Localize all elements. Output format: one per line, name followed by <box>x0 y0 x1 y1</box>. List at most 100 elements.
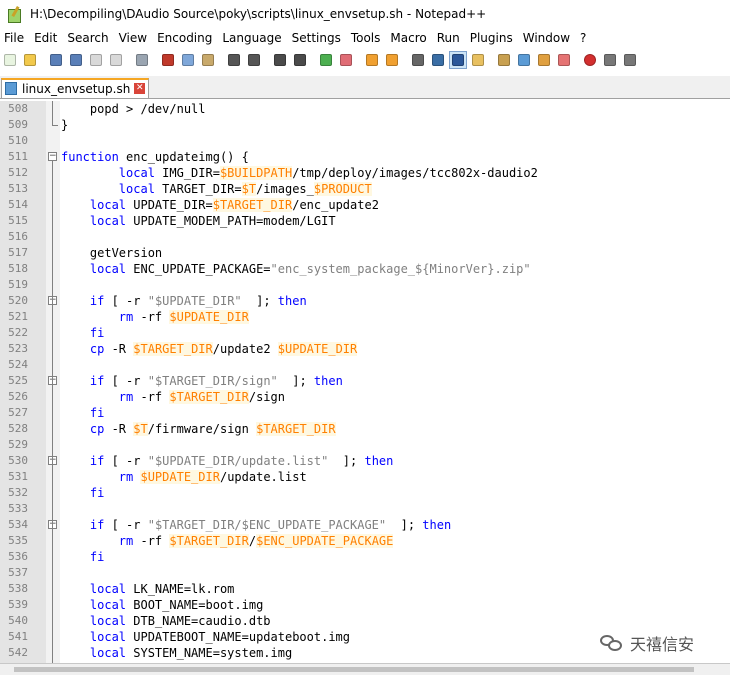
user-lang-icon[interactable] <box>470 52 486 68</box>
code-line[interactable]: 535 rm -rf $TARGET_DIR/$ENC_UPDATE_PACKA… <box>0 533 730 549</box>
line-number: 528 <box>8 422 28 435</box>
tab-label: linux_envsetup.sh <box>22 82 131 96</box>
menu-language[interactable]: Language <box>217 28 286 48</box>
code-line[interactable]: 509} <box>0 117 730 133</box>
line-number: 513 <box>8 182 28 195</box>
code-line[interactable]: 515 local UPDATE_MODEM_PATH=modem/LGIT <box>0 213 730 229</box>
line-number: 536 <box>8 550 28 563</box>
fold-toggle-icon[interactable]: − <box>48 152 57 161</box>
menu-macro[interactable]: Macro <box>385 28 431 48</box>
code-line[interactable]: 519 <box>0 277 730 293</box>
play-macro-icon[interactable] <box>622 52 638 68</box>
line-number: 540 <box>8 614 28 627</box>
code-text: local ENC_UPDATE_PACKAGE="enc_system_pac… <box>89 262 531 276</box>
code-line[interactable]: 522 fi <box>0 325 730 341</box>
cut-icon[interactable] <box>160 52 176 68</box>
record-macro-icon[interactable] <box>582 52 598 68</box>
code-line[interactable]: 529 <box>0 437 730 453</box>
code-line[interactable]: 516 <box>0 229 730 245</box>
code-text: local UPDATE_MODEM_PATH=modem/LGIT <box>89 214 336 228</box>
title-bar: H:\Decompiling\DAudio Source\poky\script… <box>0 0 730 28</box>
code-line[interactable]: 524 <box>0 357 730 373</box>
code-line[interactable]: 512 local IMG_DIR=$BUILDPATH/tmp/deploy/… <box>0 165 730 181</box>
undo-icon[interactable] <box>226 52 242 68</box>
code-text: fi <box>89 406 105 420</box>
menu-search[interactable]: Search <box>62 28 113 48</box>
open-file-icon[interactable] <box>22 52 38 68</box>
find-icon[interactable] <box>272 52 288 68</box>
indent-guide-icon[interactable] <box>449 51 467 69</box>
menu-run[interactable]: Run <box>432 28 465 48</box>
code-line[interactable]: 518 local ENC_UPDATE_PACKAGE="enc_system… <box>0 261 730 277</box>
line-number: 532 <box>8 486 28 499</box>
word-wrap-icon[interactable] <box>410 52 426 68</box>
menu-settings[interactable]: Settings <box>287 28 346 48</box>
paste-icon[interactable] <box>200 52 216 68</box>
code-line[interactable]: 534− if [ -r "$TARGET_DIR/$ENC_UPDATE_PA… <box>0 517 730 533</box>
code-line[interactable]: 513 local TARGET_DIR=$T/images_$PRODUCT <box>0 181 730 197</box>
redo-icon[interactable] <box>246 52 262 68</box>
scrollbar-thumb[interactable] <box>14 667 694 672</box>
zoom-out-icon[interactable] <box>338 52 354 68</box>
zoom-in-icon[interactable] <box>318 52 334 68</box>
code-line[interactable]: 514 local UPDATE_DIR=$TARGET_DIR/enc_upd… <box>0 197 730 213</box>
code-line[interactable]: 539 local BOOT_NAME=boot.img <box>0 597 730 613</box>
code-line[interactable]: 521 rm -rf $UPDATE_DIR <box>0 309 730 325</box>
menu-edit[interactable]: Edit <box>29 28 62 48</box>
code-line[interactable]: 525− if [ -r "$TARGET_DIR/sign" ]; then <box>0 373 730 389</box>
code-line[interactable]: 517 getVersion <box>0 245 730 261</box>
line-number: 518 <box>8 262 28 275</box>
sync-horizontal-icon[interactable] <box>384 52 400 68</box>
close-all-icon[interactable] <box>108 52 124 68</box>
show-all-chars-icon[interactable] <box>430 52 446 68</box>
code-line[interactable]: 532 fi <box>0 485 730 501</box>
horizontal-scrollbar[interactable] <box>0 663 730 675</box>
code-editor[interactable]: 508 popd > /dev/null 509} 510 511− function … <box>0 101 730 663</box>
code-text: local TARGET_DIR=$T/images_$PRODUCT <box>118 182 372 196</box>
code-line[interactable]: 536 fi <box>0 549 730 565</box>
code-line[interactable]: 527 fi <box>0 405 730 421</box>
code-line[interactable]: 528 cp -R $T/firmware/sign $TARGET_DIR <box>0 421 730 437</box>
code-text: local SYSTEM_NAME=system.img <box>89 646 293 660</box>
code-line[interactable]: 530− if [ -r "$UPDATE_DIR/update.list" ]… <box>0 453 730 469</box>
code-text: fi <box>89 486 105 500</box>
save-all-icon[interactable] <box>68 52 84 68</box>
code-line[interactable]: 510 <box>0 133 730 149</box>
function-list-icon[interactable] <box>516 52 532 68</box>
code-line[interactable]: 531 rm $UPDATE_DIR/update.list <box>0 469 730 485</box>
menu-plugins[interactable]: Plugins <box>465 28 518 48</box>
code-text: function enc_updateimg() { <box>61 150 249 164</box>
doc-map-icon[interactable] <box>496 52 512 68</box>
monitor-icon[interactable] <box>556 52 572 68</box>
new-file-icon[interactable] <box>2 52 18 68</box>
code-line[interactable]: 520− if [ -r "$UPDATE_DIR" ]; then <box>0 293 730 309</box>
close-icon[interactable]: ✕ <box>134 83 146 94</box>
sync-vertical-icon[interactable] <box>364 52 380 68</box>
code-line[interactable]: 526 rm -rf $TARGET_DIR/sign <box>0 389 730 405</box>
menu-encoding[interactable]: Encoding <box>152 28 217 48</box>
menu-tools[interactable]: Tools <box>346 28 386 48</box>
folder-workspace-icon[interactable] <box>536 52 552 68</box>
code-line[interactable]: 523 cp -R $TARGET_DIR/update2 $UPDATE_DI… <box>0 341 730 357</box>
line-number: 522 <box>8 326 28 339</box>
replace-icon[interactable] <box>292 52 308 68</box>
window-title: H:\Decompiling\DAudio Source\poky\script… <box>30 7 487 21</box>
stop-macro-icon[interactable] <box>602 52 618 68</box>
code-line[interactable]: 533 <box>0 501 730 517</box>
menu-help[interactable]: ? <box>575 28 591 48</box>
menu-file[interactable]: File <box>0 28 29 48</box>
copy-icon[interactable] <box>180 52 196 68</box>
print-icon[interactable] <box>134 52 150 68</box>
menu-view[interactable]: View <box>114 28 152 48</box>
code-line[interactable]: 511 − function enc_updateimg() { <box>0 149 730 165</box>
tab-linux-envsetup[interactable]: linux_envsetup.sh ✕ <box>1 78 150 98</box>
code-line[interactable]: 508 popd > /dev/null <box>0 101 730 117</box>
code-line[interactable]: 540 local DTB_NAME=caudio.dtb <box>0 613 730 629</box>
close-icon[interactable] <box>88 52 104 68</box>
code-line[interactable]: 537 <box>0 565 730 581</box>
code-line[interactable]: 538 local LK_NAME=lk.rom <box>0 581 730 597</box>
save-icon[interactable] <box>48 52 64 68</box>
line-number: 517 <box>8 246 28 259</box>
menu-window[interactable]: Window <box>518 28 575 48</box>
line-number: 541 <box>8 630 28 643</box>
